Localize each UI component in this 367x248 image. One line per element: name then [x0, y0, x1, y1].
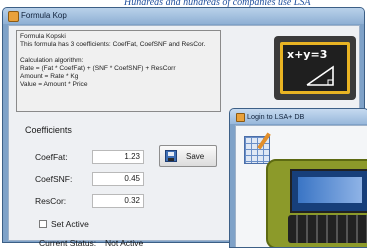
current-status-label: Current Status: — [39, 238, 97, 248]
coef-fat-label: CoefFat: — [35, 152, 68, 162]
description-line — [20, 49, 217, 57]
res-cor-input[interactable]: 0.32 — [92, 194, 144, 208]
current-status-value: Not Active — [105, 238, 144, 248]
login-client — [235, 125, 367, 247]
description-line: Amount = Rate * Kg — [20, 73, 79, 80]
description-line: Calculation algorithm: — [20, 57, 84, 64]
description-line: Value = Amount * Price — [20, 81, 88, 88]
description-line: Rate = (Fat * CoefFat) + (SNF * CoefSNF)… — [20, 65, 176, 72]
set-active-label[interactable]: Set Active — [51, 219, 89, 229]
math-board-icon: x+y=3 — [274, 36, 356, 100]
board-equation: x+y=3 — [287, 48, 328, 61]
login-window-title: Login to LSA+ DB — [247, 112, 305, 121]
coefficients-title: Coefficients — [25, 125, 72, 135]
coef-fat-input[interactable]: 1.23 — [92, 150, 144, 164]
disk-icon — [165, 150, 177, 162]
description-line: This formula has 3 coefficients: CoefFat… — [20, 41, 206, 48]
description-line: Formula Kopski — [20, 33, 66, 40]
set-active-checkbox[interactable] — [39, 220, 47, 228]
device-image — [266, 159, 367, 247]
login-app-icon — [236, 113, 245, 122]
window-title: Formula Kop — [21, 11, 67, 20]
coef-snf-input[interactable]: 0.45 — [92, 172, 144, 186]
triangle-icon — [306, 65, 334, 86]
app-icon — [8, 11, 19, 22]
title-bar[interactable]: Formula Kop — [3, 8, 364, 24]
login-window[interactable]: Login to LSA+ DB — [229, 108, 367, 248]
save-button-label: Save — [186, 152, 205, 161]
device-keypad — [288, 215, 367, 243]
save-button[interactable]: Save — [159, 145, 217, 167]
login-title-bar[interactable]: Login to LSA+ DB — [230, 109, 367, 124]
formula-description: Formula Kopski This formula has 3 coeffi… — [16, 30, 221, 112]
chalkboard: x+y=3 — [280, 42, 350, 94]
device-screen — [290, 169, 367, 213]
coef-snf-label: CoefSNF: — [35, 174, 73, 184]
res-cor-label: ResCor: — [35, 196, 67, 206]
